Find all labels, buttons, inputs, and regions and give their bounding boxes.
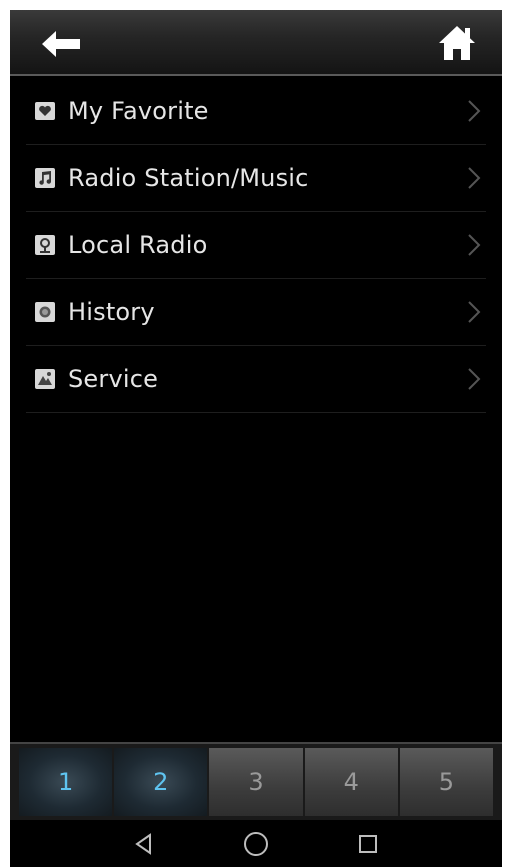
tab-5[interactable]: 5	[399, 748, 494, 816]
nav-home-button[interactable]	[200, 824, 312, 864]
chevron-right-icon	[468, 234, 481, 256]
service-icon	[34, 368, 56, 390]
nav-recents-button[interactable]	[312, 824, 424, 864]
back-button[interactable]	[38, 24, 86, 64]
menu-item-label: Local Radio	[68, 231, 208, 259]
top-toolbar	[10, 10, 502, 76]
location-pin-icon	[34, 234, 56, 256]
page-tab-bar: 1 2 3 4 5	[10, 742, 502, 820]
tab-3[interactable]: 3	[209, 748, 303, 816]
tab-2[interactable]: 2	[114, 748, 208, 816]
main-menu-list: My Favorite Radio Station/Music Local Ra…	[26, 78, 486, 413]
nav-back-icon	[135, 832, 151, 855]
menu-item-history[interactable]: History	[26, 279, 486, 346]
music-note-icon	[34, 167, 56, 189]
history-icon	[34, 301, 56, 323]
nav-home-icon	[244, 831, 268, 856]
back-arrow-icon	[42, 31, 80, 57]
chevron-right-icon	[468, 167, 481, 189]
menu-item-label: Radio Station/Music	[68, 164, 309, 192]
menu-item-label: History	[68, 298, 155, 326]
menu-item-radio-station-music[interactable]: Radio Station/Music	[26, 145, 486, 212]
menu-item-service[interactable]: Service	[26, 346, 486, 413]
menu-item-label: Service	[68, 365, 159, 393]
home-button[interactable]	[434, 22, 480, 64]
chevron-right-icon	[468, 301, 481, 323]
nav-back-button[interactable]	[88, 824, 200, 864]
tab-1[interactable]: 1	[19, 748, 113, 816]
home-icon	[439, 26, 475, 60]
tab-4[interactable]: 4	[304, 748, 398, 816]
device-screen: My Favorite Radio Station/Music Local Ra…	[10, 10, 502, 867]
system-navigation-bar	[10, 820, 502, 867]
menu-item-local-radio[interactable]: Local Radio	[26, 212, 486, 279]
menu-item-my-favorite[interactable]: My Favorite	[26, 78, 486, 145]
nav-recents-icon	[359, 834, 377, 853]
heart-icon	[34, 100, 56, 122]
menu-item-label: My Favorite	[68, 97, 209, 125]
chevron-right-icon	[468, 100, 481, 122]
chevron-right-icon	[468, 368, 481, 390]
